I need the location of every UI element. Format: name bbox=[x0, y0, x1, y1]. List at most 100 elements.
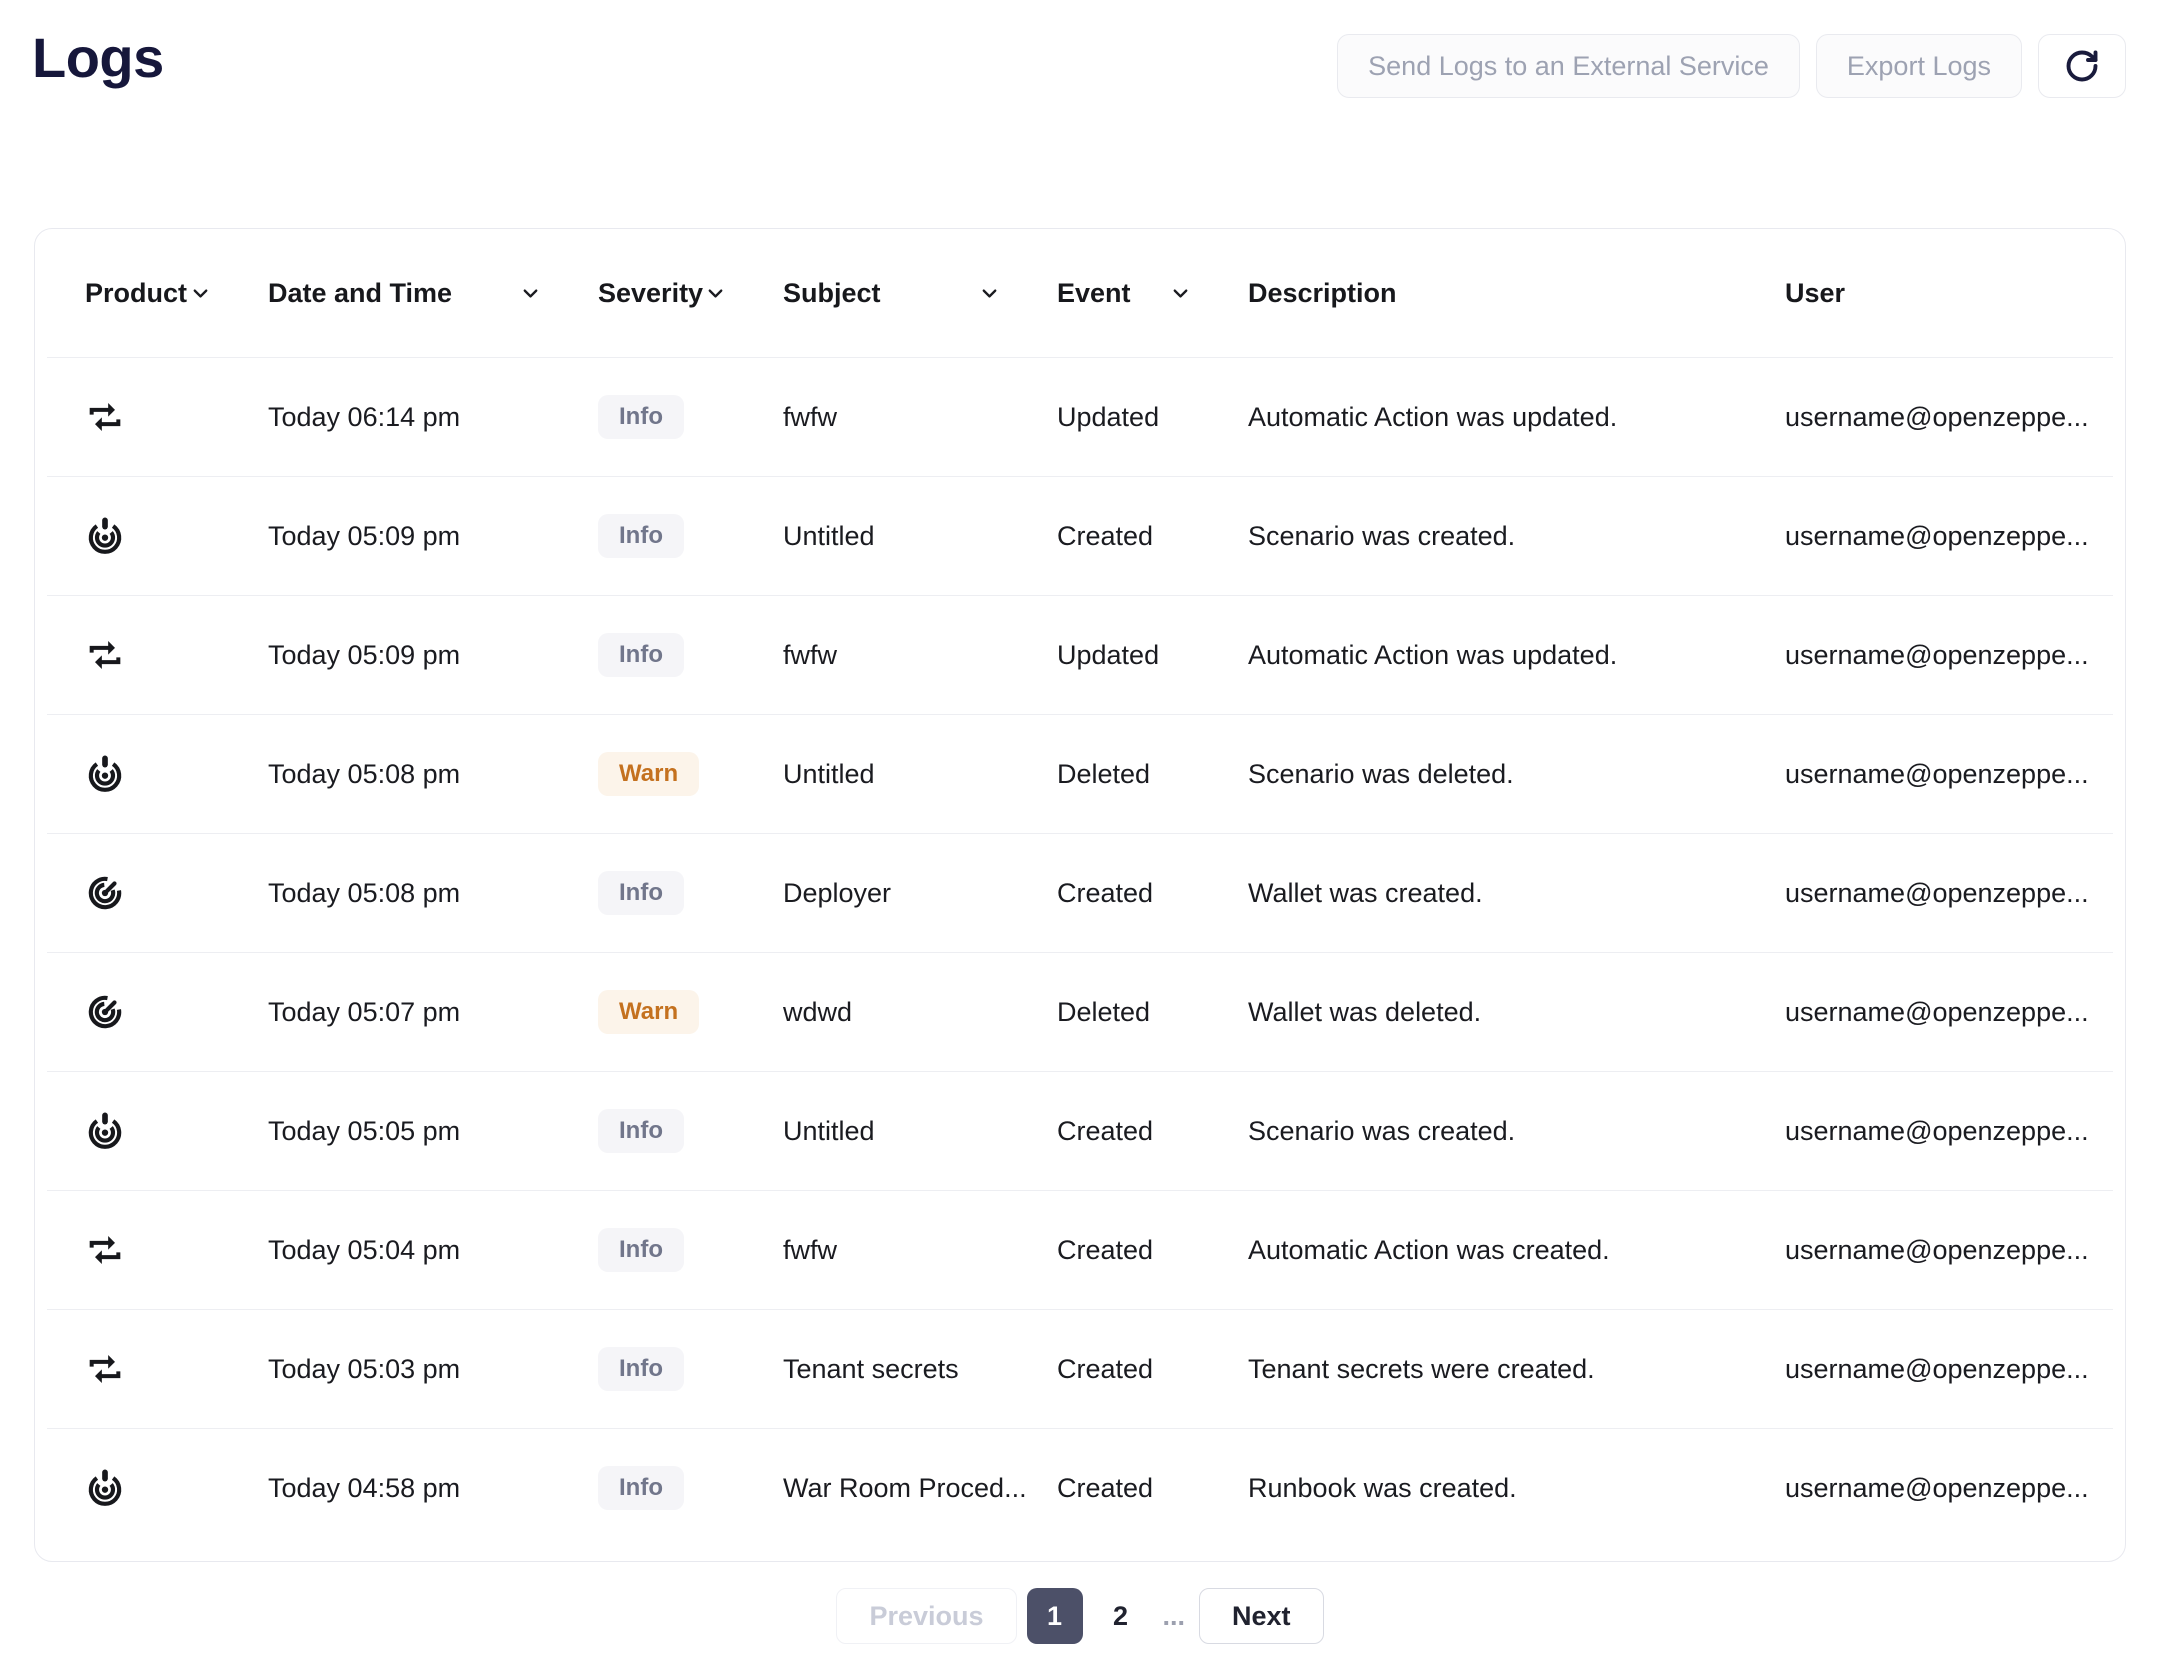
export-logs-button[interactable]: Export Logs bbox=[1816, 34, 2022, 98]
deploy-icon bbox=[85, 992, 268, 1032]
subject-cell: Untitled bbox=[783, 1116, 1057, 1147]
user-cell: username@openzeppe... bbox=[1785, 521, 2105, 552]
next-page-button[interactable]: Next bbox=[1199, 1588, 1324, 1644]
table-header-row: Product Date and Time Severity Subject Event… bbox=[47, 229, 2113, 357]
column-header-label: Product bbox=[85, 278, 187, 309]
column-header-label: Subject bbox=[783, 278, 881, 309]
table-row: Today 05:09 pmInfoUntitledCreatedScenari… bbox=[47, 476, 2113, 595]
monitor-icon bbox=[85, 1468, 268, 1508]
send-logs-button[interactable]: Send Logs to an External Service bbox=[1337, 34, 1800, 98]
datetime-cell: Today 05:09 pm bbox=[268, 640, 598, 671]
monitor-icon bbox=[85, 754, 268, 794]
subject-cell: fwfw bbox=[783, 640, 1057, 671]
table-row: Today 05:03 pmInfoTenant secretsCreatedT… bbox=[47, 1309, 2113, 1428]
event-cell: Created bbox=[1057, 1473, 1248, 1504]
logs-table-card: Product Date and Time Severity Subject Event… bbox=[34, 228, 2126, 1562]
description-cell: Automatic Action was created. bbox=[1248, 1235, 1785, 1266]
page-header: Logs Send Logs to an External Service Ex… bbox=[0, 0, 2160, 98]
severity-cell: Warn bbox=[598, 990, 783, 1034]
datetime-cell: Today 06:14 pm bbox=[268, 402, 598, 433]
description-cell: Runbook was created. bbox=[1248, 1473, 1785, 1504]
severity-badge: Info bbox=[598, 1347, 684, 1391]
column-header-label: Severity bbox=[598, 278, 703, 309]
pagination: Previous 1 2 ... Next bbox=[0, 1588, 2160, 1644]
monitor-icon bbox=[85, 516, 268, 556]
user-cell: username@openzeppe... bbox=[1785, 1354, 2105, 1385]
pagination-ellipsis: ... bbox=[1159, 1601, 1190, 1632]
chevron-down-icon bbox=[189, 282, 212, 305]
severity-cell: Warn bbox=[598, 752, 783, 796]
page-2-button[interactable]: 2 bbox=[1093, 1588, 1149, 1644]
previous-page-button[interactable]: Previous bbox=[836, 1588, 1016, 1644]
datetime-cell: Today 05:09 pm bbox=[268, 521, 598, 552]
user-cell: username@openzeppe... bbox=[1785, 1116, 2105, 1147]
page-title: Logs bbox=[32, 26, 164, 90]
column-header-label: Event bbox=[1057, 278, 1131, 309]
chevron-down-icon bbox=[1169, 282, 1192, 305]
page-1-button[interactable]: 1 bbox=[1027, 1588, 1083, 1644]
actions-repeat-icon bbox=[85, 397, 268, 437]
description-cell: Scenario was created. bbox=[1248, 1116, 1785, 1147]
column-header-severity[interactable]: Severity bbox=[598, 278, 783, 309]
refresh-icon bbox=[2064, 48, 2100, 84]
event-cell: Created bbox=[1057, 1354, 1248, 1385]
column-header-date-and-time[interactable]: Date and Time bbox=[268, 278, 598, 309]
description-cell: Scenario was deleted. bbox=[1248, 759, 1785, 790]
column-header-label: User bbox=[1785, 278, 1845, 309]
actions-repeat-icon bbox=[85, 1230, 268, 1270]
subject-cell: fwfw bbox=[783, 1235, 1057, 1266]
severity-cell: Info bbox=[598, 871, 783, 915]
severity-cell: Info bbox=[598, 395, 783, 439]
deploy-icon bbox=[85, 873, 268, 913]
description-cell: Tenant secrets were created. bbox=[1248, 1354, 1785, 1385]
chevron-down-icon bbox=[704, 282, 727, 305]
event-cell: Deleted bbox=[1057, 997, 1248, 1028]
subject-cell: Untitled bbox=[783, 521, 1057, 552]
refresh-button[interactable] bbox=[2038, 34, 2126, 98]
severity-badge: Info bbox=[598, 1466, 684, 1510]
table-row: Today 05:04 pmInfofwfwCreatedAutomatic A… bbox=[47, 1190, 2113, 1309]
user-cell: username@openzeppe... bbox=[1785, 878, 2105, 909]
severity-cell: Info bbox=[598, 1466, 783, 1510]
severity-badge: Info bbox=[598, 1109, 684, 1153]
severity-badge: Info bbox=[598, 871, 684, 915]
event-cell: Created bbox=[1057, 1235, 1248, 1266]
datetime-cell: Today 05:08 pm bbox=[268, 759, 598, 790]
event-cell: Updated bbox=[1057, 402, 1248, 433]
chevron-down-icon bbox=[519, 282, 542, 305]
datetime-cell: Today 05:03 pm bbox=[268, 1354, 598, 1385]
table-body: Today 06:14 pmInfofwfwUpdatedAutomatic A… bbox=[47, 357, 2113, 1547]
actions-repeat-icon bbox=[85, 635, 268, 675]
user-cell: username@openzeppe... bbox=[1785, 640, 2105, 671]
severity-badge: Info bbox=[598, 395, 684, 439]
datetime-cell: Today 05:05 pm bbox=[268, 1116, 598, 1147]
subject-cell: Untitled bbox=[783, 759, 1057, 790]
actions-repeat-icon bbox=[85, 1349, 268, 1389]
column-header-event[interactable]: Event bbox=[1057, 278, 1248, 309]
column-header-product[interactable]: Product bbox=[85, 278, 268, 309]
severity-badge: Info bbox=[598, 633, 684, 677]
datetime-cell: Today 04:58 pm bbox=[268, 1473, 598, 1504]
severity-cell: Info bbox=[598, 1347, 783, 1391]
column-header-subject[interactable]: Subject bbox=[783, 278, 1057, 309]
toolbar: Send Logs to an External Service Export … bbox=[1337, 34, 2126, 98]
monitor-icon bbox=[85, 1111, 268, 1151]
column-header-label: Description bbox=[1248, 278, 1397, 309]
severity-cell: Info bbox=[598, 1228, 783, 1272]
datetime-cell: Today 05:08 pm bbox=[268, 878, 598, 909]
user-cell: username@openzeppe... bbox=[1785, 402, 2105, 433]
user-cell: username@openzeppe... bbox=[1785, 1473, 2105, 1504]
chevron-down-icon bbox=[978, 282, 1001, 305]
event-cell: Created bbox=[1057, 521, 1248, 552]
user-cell: username@openzeppe... bbox=[1785, 759, 2105, 790]
subject-cell: fwfw bbox=[783, 402, 1057, 433]
description-cell: Wallet was created. bbox=[1248, 878, 1785, 909]
event-cell: Updated bbox=[1057, 640, 1248, 671]
table-row: Today 06:14 pmInfofwfwUpdatedAutomatic A… bbox=[47, 357, 2113, 476]
description-cell: Scenario was created. bbox=[1248, 521, 1785, 552]
column-header-user: User bbox=[1785, 278, 2105, 309]
column-header-label: Date and Time bbox=[268, 278, 452, 309]
event-cell: Created bbox=[1057, 1116, 1248, 1147]
subject-cell: War Room Proced... bbox=[783, 1473, 1057, 1504]
description-cell: Automatic Action was updated. bbox=[1248, 640, 1785, 671]
